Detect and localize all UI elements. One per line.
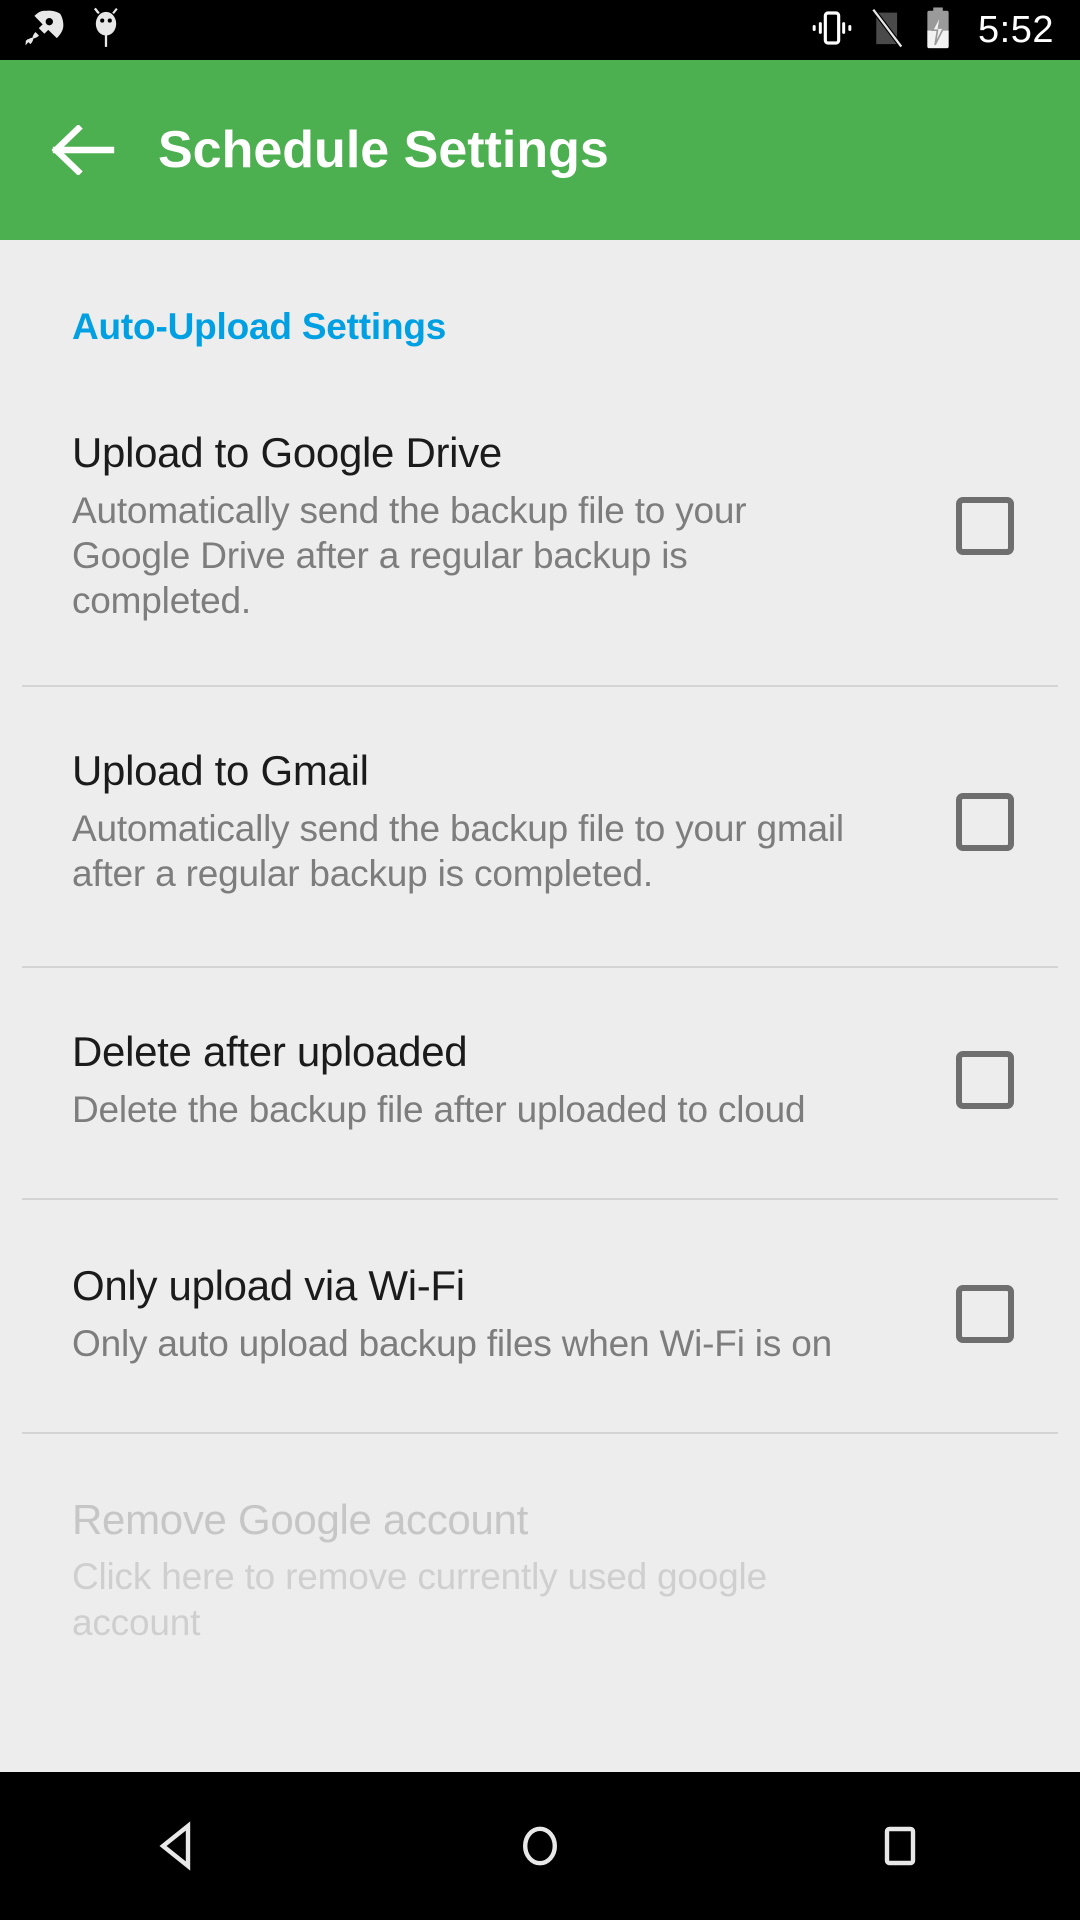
preference-text: Remove Google account Click here to remo… [72,1496,890,1645]
status-bar-notification-icons [22,5,126,56]
battery-charging-icon [922,6,954,55]
preference-title: Upload to Gmail [72,747,369,795]
preference-summary: Click here to remove currently used goog… [72,1556,767,1643]
preference-upload-to-gmail[interactable]: Upload to Gmail Automatically send the b… [0,687,1080,966]
preference-only-upload-via-wifi[interactable]: Only upload via Wi-Fi Only auto upload b… [0,1200,1080,1432]
checkbox-upload-to-google-drive[interactable] [956,497,1014,556]
status-bar-clock: 5:52 [978,9,1054,51]
preference-control [890,792,1080,851]
preference-title: Remove Google account [72,1495,528,1543]
preference-text: Upload to Gmail Automatically send the b… [72,747,890,896]
preference-delete-after-uploaded[interactable]: Delete after uploaded Delete the backup … [0,968,1080,1198]
navigation-bar [0,1772,1080,1920]
preference-text: Only upload via Wi-Fi Only auto upload b… [72,1262,890,1366]
checkbox-only-upload-via-wifi[interactable] [956,1284,1014,1343]
checkbox-delete-after-uploaded[interactable] [956,1050,1014,1109]
preference-summary: Automatically send the backup file to yo… [72,489,747,621]
vibrate-icon [810,8,854,53]
android-bug-icon [86,5,126,56]
status-bar: 5:52 [0,0,1080,60]
nav-back-icon[interactable] [90,1772,270,1920]
settings-content: Auto-Upload Settings Upload to Google Dr… [0,240,1080,1772]
preference-title: Upload to Google Drive [72,429,502,476]
nav-home-icon[interactable] [450,1772,630,1920]
preference-control [890,1284,1080,1343]
section-header-auto-upload: Auto-Upload Settings [72,306,447,347]
back-arrow-icon[interactable] [46,113,120,187]
preference-text: Delete after uploaded Delete the backup … [72,1028,890,1132]
preference-title: Only upload via Wi-Fi [72,1261,465,1309]
preference-upload-to-google-drive[interactable]: Upload to Google Drive Automatically sen… [0,385,1080,685]
page-title: Schedule Settings [158,121,609,179]
app-bar: Schedule Settings [0,60,1080,240]
preference-summary: Delete the backup file after uploaded to… [72,1088,806,1130]
preference-control [890,1050,1080,1109]
preference-control [890,497,1080,556]
preference-text: Upload to Google Drive Automatically sen… [72,429,890,623]
preference-title: Delete after uploaded [72,1028,468,1076]
preference-list: Upload to Google Drive Automatically sen… [0,385,1080,1711]
preference-summary: Only auto upload backup files when Wi-Fi… [72,1322,832,1364]
nav-recents-icon[interactable] [810,1772,990,1920]
checkbox-upload-to-gmail[interactable] [956,792,1014,851]
status-bar-system-icons: 5:52 [810,6,1054,55]
no-sim-icon [870,7,906,54]
rocket-icon [22,7,64,54]
preference-remove-google-account: Remove Google account Click here to remo… [0,1434,1080,1711]
android-screen: 5:52 Schedule Settings Auto-Upload Setti… [0,0,1080,1920]
preference-summary: Automatically send the backup file to yo… [72,807,844,894]
